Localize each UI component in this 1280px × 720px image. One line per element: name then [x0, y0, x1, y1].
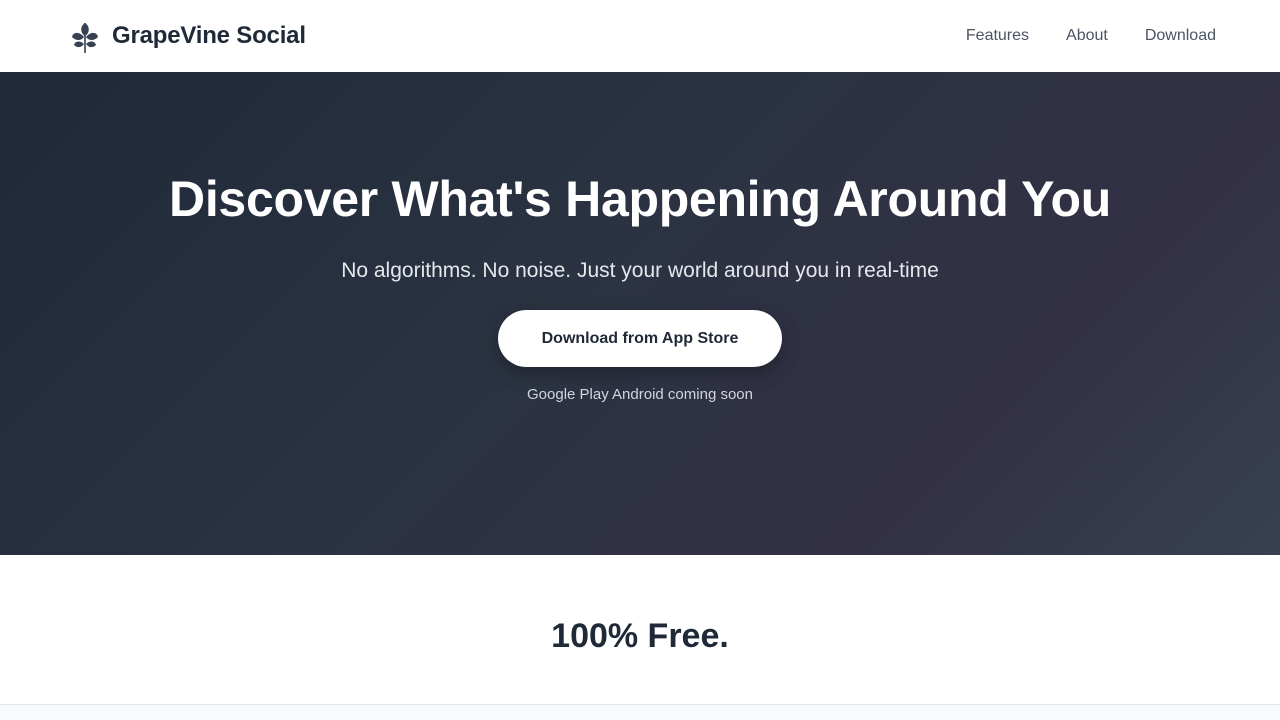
brand[interactable]: GrapeVine Social — [70, 17, 306, 55]
hero-section: Discover What's Happening Around You No … — [0, 72, 1280, 555]
hero-subtitle: No algorithms. No noise. Just your world… — [341, 259, 939, 282]
leaf-sprig-icon — [70, 17, 100, 55]
nav-link-about[interactable]: About — [1066, 27, 1108, 45]
nav-links: Features About Download — [966, 27, 1216, 45]
nav-link-download[interactable]: Download — [1145, 27, 1216, 45]
pricing-title: 100% Free. — [551, 617, 729, 655]
brand-name: GrapeVine Social — [112, 22, 306, 49]
nav-link-features[interactable]: Features — [966, 27, 1029, 45]
hero-title: Discover What's Happening Around You — [169, 171, 1111, 227]
top-navbar: GrapeVine Social Features About Download — [0, 0, 1280, 72]
app-store-download-button[interactable]: Download from App Store — [498, 310, 782, 367]
next-section-edge — [0, 704, 1280, 720]
pricing-section: 100% Free. — [0, 555, 1280, 704]
android-coming-soon-note: Google Play Android coming soon — [527, 386, 753, 403]
